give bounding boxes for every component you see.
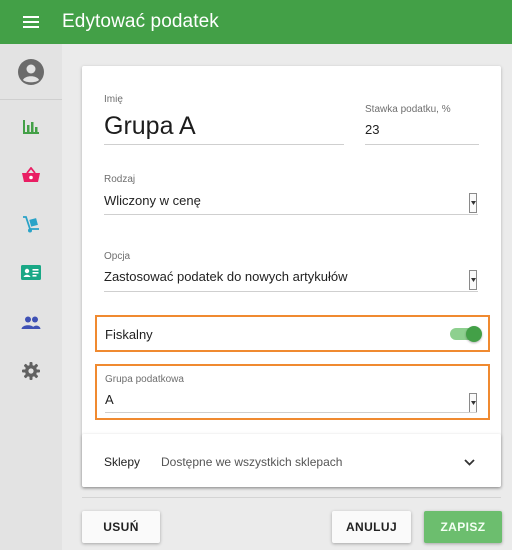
fiscal-label: Fiskalny <box>105 327 153 342</box>
option-label: Opcja <box>104 251 131 262</box>
chevron-down-icon <box>470 201 476 205</box>
gear-icon <box>22 362 40 380</box>
name-label: Imię <box>104 94 123 105</box>
hand-truck-icon <box>23 216 39 233</box>
sidebar-item-reports[interactable] <box>0 113 62 141</box>
bar-chart-icon <box>23 120 39 134</box>
tax-group-select[interactable]: A <box>105 392 114 407</box>
delete-button[interactable]: USUŃ <box>82 511 160 543</box>
type-dropdown-arrow[interactable] <box>469 193 477 213</box>
rate-underline <box>365 144 479 145</box>
sidebar <box>0 44 63 550</box>
people-icon <box>21 316 41 329</box>
rate-label: Stawka podatku, % <box>365 104 451 115</box>
type-select[interactable]: Wliczony w cenę <box>104 193 201 208</box>
page-title: Edytować podatek <box>62 11 219 32</box>
option-dropdown-arrow[interactable] <box>469 270 477 290</box>
name-underline <box>104 144 344 145</box>
fiscal-toggle-thumb[interactable] <box>466 326 482 342</box>
cancel-button[interactable]: ANULUJ <box>332 511 411 543</box>
sidebar-item-customers[interactable] <box>0 308 62 336</box>
save-button[interactable]: ZAPISZ <box>424 511 502 543</box>
actions-divider <box>82 497 501 498</box>
hamburger-menu-icon[interactable] <box>0 0 62 44</box>
sidebar-item-sales[interactable] <box>0 161 62 189</box>
option-underline <box>104 291 478 292</box>
stores-row[interactable]: Sklepy Dostępne we wszystkich sklepach <box>82 434 501 487</box>
tax-group-field: Grupa podatkowa A <box>95 364 490 420</box>
fiscal-row: Fiskalny <box>95 315 490 352</box>
app-bar: Edytować podatek <box>0 0 512 44</box>
tax-group-dropdown-arrow[interactable] <box>469 393 477 413</box>
name-input[interactable]: Grupa A <box>104 112 196 141</box>
type-label: Rodzaj <box>104 174 136 185</box>
account-circle-icon <box>18 58 44 85</box>
main-content: Imię Grupa A Stawka podatku, % 23 Rodzaj… <box>62 44 512 550</box>
chevron-down-icon <box>470 401 476 405</box>
avatar[interactable] <box>0 44 62 100</box>
tax-group-label: Grupa podatkowa <box>105 374 184 385</box>
shopping-basket-icon <box>22 167 40 182</box>
sidebar-item-inventory[interactable] <box>0 210 62 238</box>
type-underline <box>104 214 478 215</box>
stores-label: Sklepy <box>104 455 141 469</box>
sidebar-item-employees[interactable] <box>0 258 62 286</box>
chevron-down-icon[interactable] <box>464 459 475 466</box>
tax-group-underline <box>105 412 477 413</box>
rate-input[interactable]: 23 <box>365 122 379 137</box>
option-select[interactable]: Zastosować podatek do nowych artykułów <box>104 269 348 284</box>
id-card-icon <box>21 264 41 280</box>
stores-value: Dostępne we wszystkich sklepach <box>161 455 343 469</box>
tax-form-card: Imię Grupa A Stawka podatku, % 23 Rodzaj… <box>82 66 501 487</box>
chevron-down-icon <box>470 278 476 282</box>
sidebar-item-settings[interactable] <box>0 357 62 385</box>
